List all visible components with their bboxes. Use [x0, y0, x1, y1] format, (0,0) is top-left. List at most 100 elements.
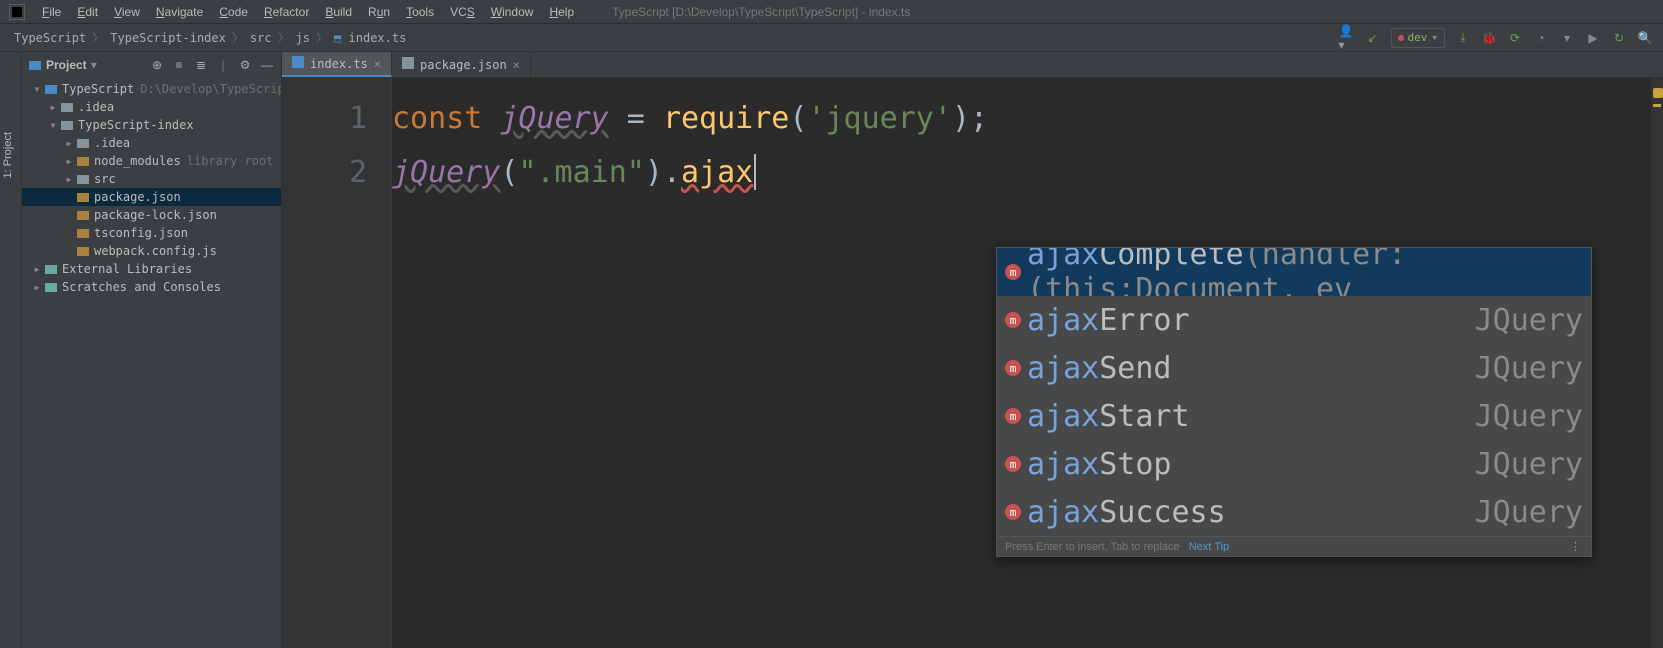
completion-popup: majaxComplete(handler: (this:Document, e… [996, 247, 1592, 557]
close-icon[interactable]: × [513, 58, 520, 72]
tree-item[interactable]: webpack.config.js [22, 242, 281, 260]
folder-lib-icon [76, 154, 90, 168]
menu-code[interactable]: Code [211, 3, 256, 21]
search-icon[interactable]: 🔍 [1637, 30, 1653, 46]
menu-run[interactable]: Run [360, 3, 398, 21]
tree-arrow-icon[interactable]: ▸ [32, 262, 42, 276]
project-view-icon [28, 58, 42, 72]
tree-item[interactable]: ▾TypeScriptD:\Develop\TypeScript\TypeScr… [22, 80, 281, 98]
tree-item[interactable]: ▾TypeScript-index [22, 116, 281, 134]
close-icon[interactable]: × [374, 57, 381, 71]
editor-gutter: 1 2 [282, 78, 392, 648]
tree-item[interactable]: ▸Scratches and Consoles [22, 278, 281, 296]
method-icon: m [1005, 504, 1021, 520]
editor-tab[interactable]: index.ts× [282, 52, 392, 77]
tree-arrow-icon[interactable]: ▸ [32, 280, 42, 294]
build-icon[interactable]: ⤓ [1455, 30, 1471, 46]
reload-icon[interactable]: ↻ [1611, 30, 1627, 46]
tree-item-hint: library root [187, 154, 274, 168]
hide-icon[interactable]: — [259, 57, 275, 73]
menu-refactor[interactable]: Refactor [256, 3, 317, 21]
completion-item[interactable]: majaxStopJQuery [997, 440, 1591, 488]
tree-item[interactable]: ▸.idea [22, 98, 281, 116]
run-config-selector[interactable]: dev ▾ [1391, 28, 1446, 48]
tree-item[interactable]: ▸ External Libraries [22, 260, 281, 278]
coverage-icon[interactable]: ⟳ [1507, 30, 1523, 46]
menu-tools[interactable]: Tools [398, 3, 442, 21]
tree-item[interactable]: ▸ node_modules library root [22, 152, 281, 170]
tree-item[interactable]: ▸.idea [22, 134, 281, 152]
menu-view[interactable]: View [106, 3, 148, 21]
checkout-icon[interactable]: ↙ [1365, 30, 1381, 46]
tree-arrow-icon[interactable]: ▾ [48, 118, 58, 132]
tree-arrow-icon[interactable]: ▸ [64, 172, 74, 186]
play-icon[interactable]: ▶ [1585, 30, 1601, 46]
completion-type: JQuery [1459, 399, 1583, 434]
tree-arrow-icon[interactable]: ▸ [64, 154, 74, 168]
crumb-4-label: index.ts [349, 31, 407, 45]
crumb-1[interactable]: TypeScript-index [104, 29, 232, 47]
completion-item[interactable]: majaxComplete(handler: (this:Document, e… [997, 248, 1591, 296]
navigation-bar: TypeScript〉 TypeScript-index〉 src〉 js〉 ⬒… [0, 24, 1663, 52]
completion-footer: Press Enter to insert, Tab to replace Ne… [997, 536, 1591, 556]
menu-edit[interactable]: Edit [69, 3, 106, 21]
crumb-0[interactable]: TypeScript [8, 29, 92, 47]
project-tree[interactable]: ▾TypeScriptD:\Develop\TypeScript\TypeScr… [22, 78, 281, 296]
tree-item[interactable]: tsconfig.json [22, 224, 281, 242]
method-icon: m [1005, 264, 1021, 280]
scratch-icon [44, 280, 58, 294]
profile-icon[interactable]: ◔ [1533, 30, 1549, 46]
locate-icon[interactable]: ⊕ [149, 57, 165, 73]
completion-item[interactable]: majaxStartJQuery [997, 392, 1591, 440]
menu-build[interactable]: Build [317, 3, 360, 21]
tree-item-label: External Libraries [62, 262, 192, 276]
completion-type: JQuery [1459, 303, 1583, 338]
completion-item[interactable]: majaxSendJQuery [997, 344, 1591, 392]
more-icon[interactable]: ⋮ [1570, 540, 1583, 553]
warning-marker-icon[interactable] [1653, 104, 1661, 107]
collapse-all-icon[interactable]: ≣ [193, 57, 209, 73]
method-icon: m [1005, 360, 1021, 376]
crumb-4[interactable]: ⬒ index.ts [328, 29, 412, 47]
menu-navigate[interactable]: Navigate [148, 3, 211, 21]
menu-help[interactable]: Help [541, 3, 582, 21]
project-tab-button[interactable]: 1: Project [2, 132, 14, 178]
next-tip-link[interactable]: Next Tip [1189, 541, 1229, 553]
file-icon [292, 56, 304, 71]
runconfig-dot-icon [1398, 35, 1404, 41]
tree-arrow-icon[interactable]: ▾ [32, 82, 42, 96]
analysis-marker-icon[interactable] [1653, 88, 1663, 98]
error-stripe[interactable] [1651, 78, 1663, 648]
crumb-sep-icon: 〉 [278, 29, 290, 46]
completion-item[interactable]: majaxSuccessJQuery [997, 488, 1591, 536]
tree-item-label: webpack.config.js [94, 244, 217, 258]
expand-all-icon[interactable]: ≡ [171, 57, 187, 73]
completion-type: JQuery [1459, 495, 1583, 530]
chevron-down-icon[interactable]: ▾ [91, 58, 97, 72]
tree-item[interactable]: ▸src [22, 170, 281, 188]
project-title[interactable]: Project [46, 58, 87, 72]
editor-tab[interactable]: package.json× [392, 52, 531, 77]
run-bug-icon[interactable]: 🐞 [1481, 30, 1497, 46]
tree-item[interactable]: package-lock.json [22, 206, 281, 224]
toolbar-right: 👤▾ ↙ dev ▾ ⤓ 🐞 ⟳ ◔ ▾ ▶ ↻ 🔍 [1339, 28, 1663, 48]
menu-file[interactable]: File [34, 3, 69, 21]
tree-arrow-icon[interactable]: ▸ [48, 100, 58, 114]
tree-item-label: node_modules [94, 154, 181, 168]
crumb-2[interactable]: src [244, 29, 278, 47]
menu-vcs[interactable]: VCS [442, 3, 483, 21]
method-icon: m [1005, 408, 1021, 424]
user-icon[interactable]: 👤▾ [1339, 30, 1355, 46]
tree-item[interactable]: package.json [22, 188, 281, 206]
attach-icon[interactable]: ▾ [1559, 30, 1575, 46]
code-line-2: jQuery(".main").ajax [392, 146, 1663, 200]
project-tool-window: Project ▾ ⊕ ≡ ≣ | ⚙ — ▾TypeScriptD:\Deve… [22, 52, 282, 648]
chevron-down-icon: ▾ [1431, 31, 1438, 44]
gear-icon[interactable]: ⚙ [237, 57, 253, 73]
app-logo-icon [8, 3, 26, 21]
completion-item[interactable]: majaxErrorJQuery [997, 296, 1591, 344]
menu-window[interactable]: Window [483, 3, 542, 21]
tree-arrow-icon[interactable]: ▸ [64, 136, 74, 150]
lib-icon [44, 262, 58, 276]
crumb-3[interactable]: js [290, 29, 316, 47]
